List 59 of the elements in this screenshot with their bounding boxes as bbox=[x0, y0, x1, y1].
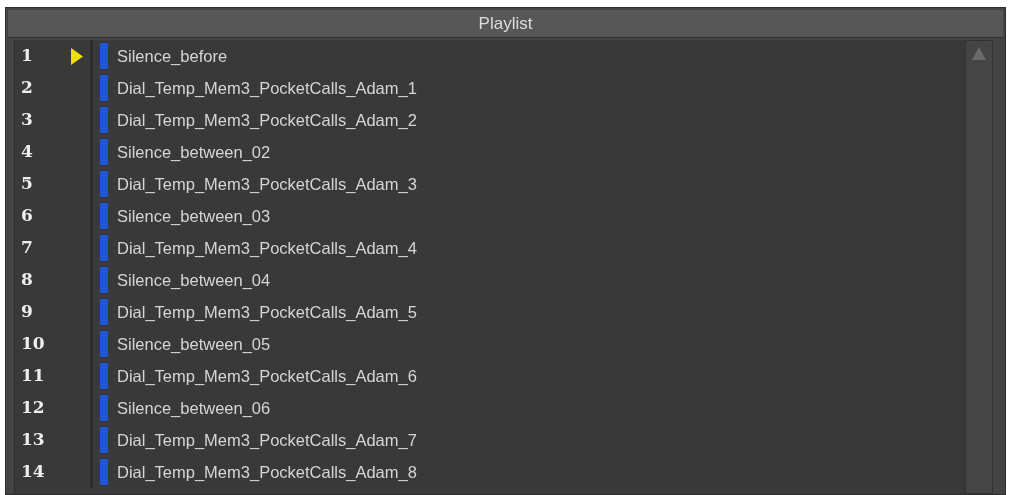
track-name: Silence_before bbox=[117, 45, 228, 67]
row-number: 13 bbox=[21, 428, 46, 452]
panel-title: Playlist bbox=[8, 10, 1003, 38]
row-number: 11 bbox=[21, 364, 46, 388]
playlist-row[interactable]: 4 Silence_between_02 bbox=[15, 136, 965, 168]
track-name: Dial_Temp_Mem3_PocketCalls_Adam_6 bbox=[117, 365, 417, 387]
row-number: 10 bbox=[21, 332, 46, 356]
track-name: Silence_between_04 bbox=[117, 269, 271, 291]
track-name: Silence_between_05 bbox=[117, 333, 271, 355]
track-name: Dial_Temp_Mem3_PocketCalls_Adam_5 bbox=[117, 301, 417, 323]
track-marker bbox=[100, 43, 108, 69]
playlist-row[interactable]: 2 Dial_Temp_Mem3_PocketCalls_Adam_1 bbox=[15, 72, 965, 104]
row-number: 4 bbox=[21, 140, 34, 164]
track-marker bbox=[100, 395, 108, 421]
playlist-row[interactable]: 7 Dial_Temp_Mem3_PocketCalls_Adam_4 bbox=[15, 232, 965, 264]
playlist-row[interactable]: 13 Dial_Temp_Mem3_PocketCalls_Adam_7 bbox=[15, 424, 965, 456]
row-number: 2 bbox=[21, 76, 34, 100]
track-marker bbox=[100, 459, 108, 485]
track-marker bbox=[100, 331, 108, 357]
track-marker bbox=[100, 427, 108, 453]
scrollbar[interactable] bbox=[965, 40, 993, 494]
row-number: 5 bbox=[21, 172, 34, 196]
track-marker bbox=[100, 139, 108, 165]
track-marker bbox=[100, 235, 108, 261]
row-number: 12 bbox=[21, 396, 46, 420]
track-name: Silence_between_02 bbox=[117, 141, 271, 163]
scroll-up-icon[interactable] bbox=[972, 47, 986, 60]
playlist-row[interactable]: 5 Dial_Temp_Mem3_PocketCalls_Adam_3 bbox=[15, 168, 965, 200]
track-name: Silence_between_06 bbox=[117, 397, 271, 419]
playlist-row[interactable]: 3 Dial_Temp_Mem3_PocketCalls_Adam_2 bbox=[15, 104, 965, 136]
row-number: 14 bbox=[21, 460, 46, 484]
track-name: Dial_Temp_Mem3_PocketCalls_Adam_4 bbox=[117, 237, 417, 259]
track-name: Dial_Temp_Mem3_PocketCalls_Adam_1 bbox=[117, 77, 417, 99]
track-name: Dial_Temp_Mem3_PocketCalls_Adam_2 bbox=[117, 109, 417, 131]
track-marker bbox=[100, 363, 108, 389]
row-number: 1 bbox=[21, 44, 34, 68]
playlist-row[interactable]: 6 Silence_between_03 bbox=[15, 200, 965, 232]
track-name: Silence_between_03 bbox=[117, 205, 271, 227]
playlist-row[interactable]: 9 Dial_Temp_Mem3_PocketCalls_Adam_5 bbox=[15, 296, 965, 328]
playlist-row[interactable]: 14 Dial_Temp_Mem3_PocketCalls_Adam_8 bbox=[15, 456, 965, 488]
playlist-row[interactable]: 1 Silence_before bbox=[15, 40, 965, 72]
playlist-row[interactable]: 12 Silence_between_06 bbox=[15, 392, 965, 424]
row-number: 7 bbox=[21, 236, 34, 260]
track-name: Dial_Temp_Mem3_PocketCalls_Adam_3 bbox=[117, 173, 417, 195]
track-marker bbox=[100, 75, 108, 101]
row-number: 6 bbox=[21, 204, 34, 228]
track-marker bbox=[100, 299, 108, 325]
playlist-row[interactable]: 8 Silence_between_04 bbox=[15, 264, 965, 296]
track-name: Dial_Temp_Mem3_PocketCalls_Adam_8 bbox=[117, 461, 417, 483]
row-number: 9 bbox=[21, 300, 34, 324]
track-marker bbox=[100, 267, 108, 293]
playlist-row[interactable]: 10 Silence_between_05 bbox=[15, 328, 965, 360]
track-marker bbox=[100, 171, 108, 197]
row-number: 3 bbox=[21, 108, 34, 132]
row-number: 8 bbox=[21, 268, 34, 292]
track-marker bbox=[100, 107, 108, 133]
track-name: Dial_Temp_Mem3_PocketCalls_Adam_7 bbox=[117, 429, 417, 451]
playlist-row[interactable]: 11 Dial_Temp_Mem3_PocketCalls_Adam_6 bbox=[15, 360, 965, 392]
track-marker bbox=[100, 203, 108, 229]
